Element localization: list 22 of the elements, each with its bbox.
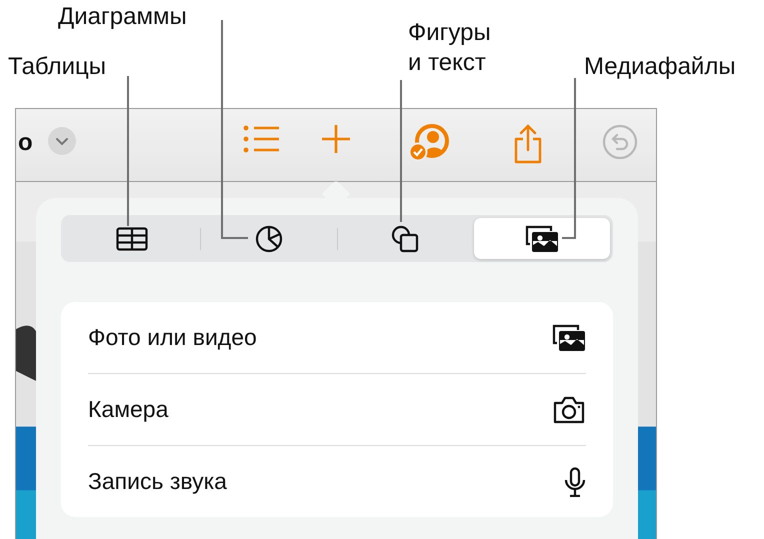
pie-chart-icon (254, 224, 284, 252)
share-icon[interactable] (513, 124, 543, 164)
shapes-icon (390, 224, 420, 254)
document-title: o (18, 129, 33, 157)
table-icon (116, 226, 148, 250)
photos-icon (525, 224, 560, 252)
menu-item[interactable]: Камера (88, 374, 586, 446)
list-icon[interactable] (243, 124, 281, 154)
photos-icon (552, 324, 586, 352)
collaboration-icon[interactable] (408, 124, 452, 162)
tab[interactable] (474, 218, 610, 259)
chevron-down-icon (55, 136, 69, 146)
microphone-icon (564, 466, 586, 496)
menu-item[interactable]: Запись звука (88, 446, 586, 517)
callout-label: Фигуры и текст (408, 18, 492, 78)
camera-icon (552, 396, 586, 424)
callout-label: Медиафайлы (584, 52, 736, 82)
menu-item[interactable]: Фото или видео (88, 302, 586, 374)
add-icon[interactable] (321, 124, 351, 154)
callout-label: Диаграммы (58, 2, 187, 32)
dropdown-button[interactable] (48, 127, 76, 155)
callout-label: Таблицы (8, 52, 106, 82)
